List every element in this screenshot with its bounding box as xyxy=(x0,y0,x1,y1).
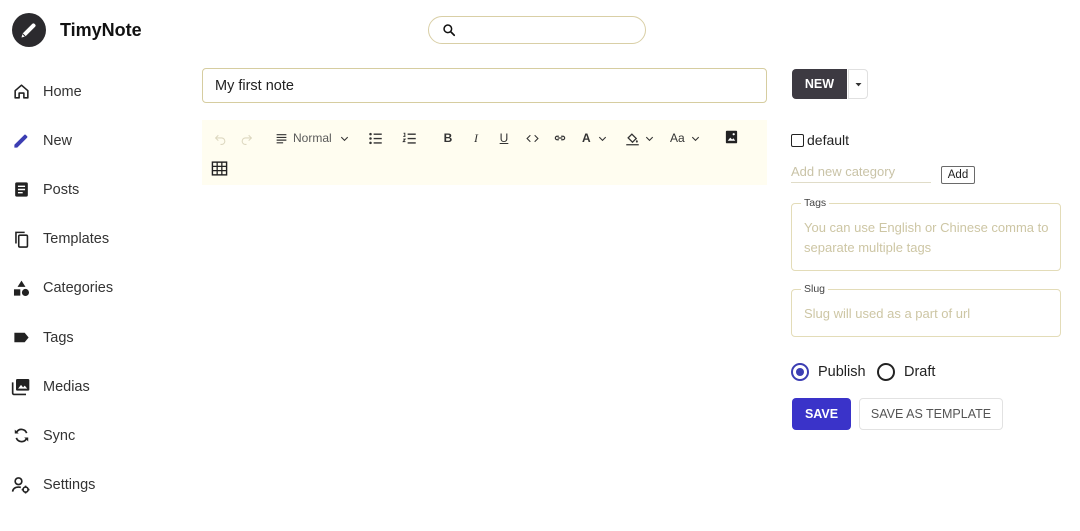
status-radio-publish[interactable]: Publish xyxy=(791,363,866,381)
user-settings-icon xyxy=(11,475,31,495)
sidebar-item-label: Tags xyxy=(43,329,74,346)
heading-select[interactable]: Normal xyxy=(275,129,350,147)
app-title: TimyNote xyxy=(60,20,142,40)
chevron-down-icon xyxy=(691,136,699,141)
sync-icon xyxy=(11,426,31,446)
table-icon[interactable] xyxy=(210,159,228,177)
pencil-icon xyxy=(21,23,36,38)
sidebar-item-posts[interactable]: Posts xyxy=(0,165,180,214)
sidebar-item-label: Sync xyxy=(43,427,76,444)
chevron-down-icon xyxy=(340,136,348,141)
status-radio-draft[interactable]: Draft xyxy=(877,363,935,381)
save-as-template-button[interactable]: SAVE AS TEMPLATE xyxy=(859,398,1003,430)
search-input[interactable] xyxy=(463,21,633,41)
slug-field: Slug xyxy=(791,283,1061,337)
code-icon[interactable] xyxy=(524,129,540,147)
pencil-icon xyxy=(11,131,31,151)
category-icon xyxy=(11,278,31,298)
tags-legend: Tags xyxy=(801,197,830,209)
radio-checked-icon[interactable] xyxy=(791,363,809,381)
underline-icon[interactable]: U xyxy=(496,129,512,147)
link-icon[interactable] xyxy=(551,129,569,147)
italic-icon[interactable]: I xyxy=(468,129,484,147)
sidebar-item-label: Posts xyxy=(43,181,80,198)
radio-unchecked-icon[interactable] xyxy=(877,363,895,381)
paragraph-icon xyxy=(276,133,287,143)
sidebar-item-sync[interactable]: Sync xyxy=(0,411,180,460)
slug-input[interactable] xyxy=(804,304,1052,326)
sidebar-item-label: Settings xyxy=(43,477,96,494)
save-button[interactable]: SAVE xyxy=(792,398,851,430)
sidebar-item-label: Home xyxy=(43,83,82,100)
home-icon xyxy=(11,82,31,102)
new-dropdown-toggle[interactable] xyxy=(848,69,868,99)
bold-icon[interactable]: B xyxy=(440,129,456,147)
sidebar-item-templates[interactable]: Templates xyxy=(0,215,180,264)
sidebar-item-label: Medias xyxy=(43,378,90,395)
search-icon xyxy=(443,24,456,37)
highlight-select[interactable] xyxy=(625,129,655,147)
sidebar-item-categories[interactable]: Categories xyxy=(0,264,180,313)
image-icon[interactable] xyxy=(722,128,740,146)
tags-input[interactable] xyxy=(804,218,1052,260)
undo-icon[interactable] xyxy=(212,130,228,146)
sidebar-item-label: Categories xyxy=(43,280,114,297)
font-size-select[interactable]: Aa xyxy=(670,129,701,147)
category-default-checkbox[interactable]: default xyxy=(791,132,849,148)
search-box[interactable] xyxy=(428,16,646,44)
font-color-icon: A xyxy=(582,131,591,145)
sidebar-item-home[interactable]: Home xyxy=(0,67,180,116)
new-button[interactable]: NEW xyxy=(792,69,847,99)
copy-icon xyxy=(11,229,31,249)
category-default-label: default xyxy=(807,132,850,148)
article-icon xyxy=(11,180,31,200)
chevron-down-icon xyxy=(598,136,606,141)
redo-icon[interactable] xyxy=(238,130,254,146)
note-title-input[interactable] xyxy=(202,68,767,103)
sidebar-item-settings[interactable]: Settings xyxy=(0,461,180,510)
status-label: Publish xyxy=(818,364,866,380)
status-label: Draft xyxy=(904,364,936,380)
new-category-input[interactable] xyxy=(791,161,931,183)
font-size-label: Aa xyxy=(670,131,685,145)
sidebar-item-label: Templates xyxy=(43,231,110,248)
photo-library-icon xyxy=(11,377,31,397)
bullet-list-icon[interactable] xyxy=(366,129,384,147)
sidebar-item-medias[interactable]: Medias xyxy=(0,362,180,411)
sidebar: Home New Posts Templates Categories Tags xyxy=(0,67,180,510)
numbered-list-icon[interactable] xyxy=(400,129,418,147)
heading-select-label: Normal xyxy=(293,131,332,145)
sidebar-item-label: New xyxy=(43,132,73,149)
caret-down-icon xyxy=(855,82,861,86)
slug-legend: Slug xyxy=(801,283,829,295)
sidebar-item-tags[interactable]: Tags xyxy=(0,313,180,362)
tags-field: Tags xyxy=(791,197,1061,271)
editor-toolbar: Normal B I U A Aa xyxy=(202,120,767,185)
paint-bucket-icon xyxy=(626,132,639,145)
chevron-down-icon xyxy=(645,136,654,141)
font-color-select[interactable]: A xyxy=(582,129,608,147)
label-icon xyxy=(11,328,31,348)
checkbox-icon[interactable] xyxy=(791,133,804,147)
add-category-button[interactable]: Add xyxy=(941,166,975,184)
sidebar-item-new[interactable]: New xyxy=(0,116,180,165)
app-logo xyxy=(12,13,46,47)
